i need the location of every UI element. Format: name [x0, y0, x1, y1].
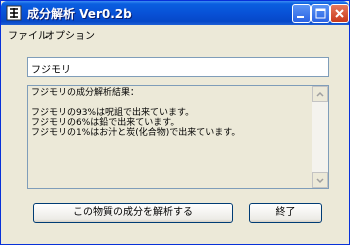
title-bar[interactable]: 成分解析 Ver0.2b: [1, 1, 349, 25]
maximize-icon: [315, 8, 326, 19]
exit-button[interactable]: 終了: [249, 203, 322, 223]
menu-bar: ファイル オプション: [1, 25, 349, 43]
menu-file[interactable]: ファイル: [8, 27, 48, 42]
minimize-button[interactable]: [292, 4, 311, 23]
scroll-down-button[interactable]: [312, 172, 328, 188]
minimize-icon: [297, 16, 304, 18]
window-title: 成分解析 Ver0.2b: [27, 7, 132, 21]
vertical-scrollbar[interactable]: [312, 86, 328, 188]
result-textarea[interactable]: フジモリの成分解析結果： フジモリの93%は呪詛で出来ています。 フジモリの6%…: [27, 85, 329, 189]
arrow-down-icon: [316, 178, 324, 184]
maximize-button[interactable]: [311, 4, 330, 23]
result-line: フジモリの1%はお汁と炭(化合物)で出来ています。: [31, 128, 241, 138]
substance-input[interactable]: フジモリ: [27, 57, 329, 77]
result-line: フジモリの成分解析結果：: [31, 88, 140, 98]
arrow-up-icon: [316, 91, 324, 97]
result-line: [31, 98, 311, 108]
result-line: フジモリの93%は呪詛で出来ています。: [31, 108, 195, 118]
app-window: 成分解析 Ver0.2b ファイル オプション フジモリ フジモリの成分解析結果…: [0, 0, 350, 245]
analyze-button[interactable]: この物質の成分を解析する: [33, 203, 233, 223]
close-icon: [335, 9, 344, 18]
menu-options[interactable]: オプション: [45, 27, 95, 42]
result-text: フジモリの成分解析結果： フジモリの93%は呪詛で出来ています。 フジモリの6%…: [31, 88, 311, 138]
result-line: フジモリの6%は鉛で出来ています。: [31, 118, 180, 128]
app-icon[interactable]: [6, 5, 22, 21]
scroll-up-button[interactable]: [312, 86, 328, 102]
close-button[interactable]: [330, 4, 349, 23]
